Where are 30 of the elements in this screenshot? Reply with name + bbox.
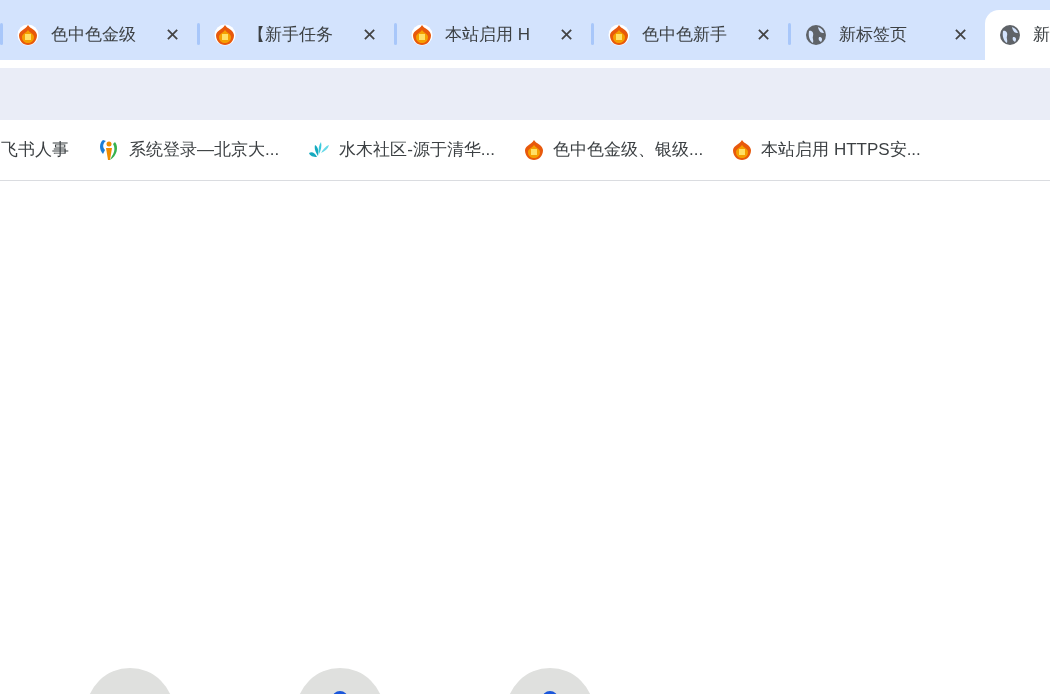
bookmark-item[interactable]: 系统登录—北京大... [97, 137, 280, 163]
close-button[interactable]: ✕ [161, 24, 183, 46]
close-button[interactable]: ✕ [555, 24, 577, 46]
bookmark-item[interactable]: 色中色金级、银级... [523, 137, 704, 163]
tab-title: 新 [1033, 24, 1050, 47]
browser-tab[interactable]: 色中色金级 ✕ [3, 10, 197, 60]
bookmark-item[interactable]: 飞书人事 [1, 137, 69, 163]
browser-tab[interactable]: 新标签页 ✕ [791, 10, 985, 60]
close-button[interactable]: ✕ [752, 24, 774, 46]
flame-icon [731, 139, 754, 161]
browser-tab[interactable]: 【新手任务 ✕ [200, 10, 394, 60]
flame-icon [214, 24, 236, 46]
tab-title: 色中色金级 [51, 24, 137, 47]
tab-title: 本站启用 H [445, 24, 531, 47]
tab-title: 【新手任务 [248, 24, 334, 47]
browser-tab[interactable]: 新 [985, 10, 1050, 60]
close-button[interactable]: ✕ [358, 24, 380, 46]
browser-tab[interactable]: 本站启用 H ✕ [397, 10, 591, 60]
browser-tab[interactable]: 色中色新手 ✕ [594, 10, 788, 60]
bookmark-item[interactable]: 水木社区-源于清华... [307, 137, 495, 163]
flame-icon [523, 139, 545, 161]
bookmark-item[interactable]: 本站启用 HTTPS安... [731, 137, 921, 163]
flame-icon [17, 24, 39, 46]
globe-icon [805, 24, 827, 46]
flame-icon [411, 24, 433, 46]
tab-title: 新标签页 [839, 24, 908, 47]
close-button[interactable]: ✕ [949, 24, 971, 46]
tab-title: 色中色新手 [642, 24, 728, 47]
globe-icon [999, 24, 1021, 46]
flame-icon [608, 24, 630, 46]
